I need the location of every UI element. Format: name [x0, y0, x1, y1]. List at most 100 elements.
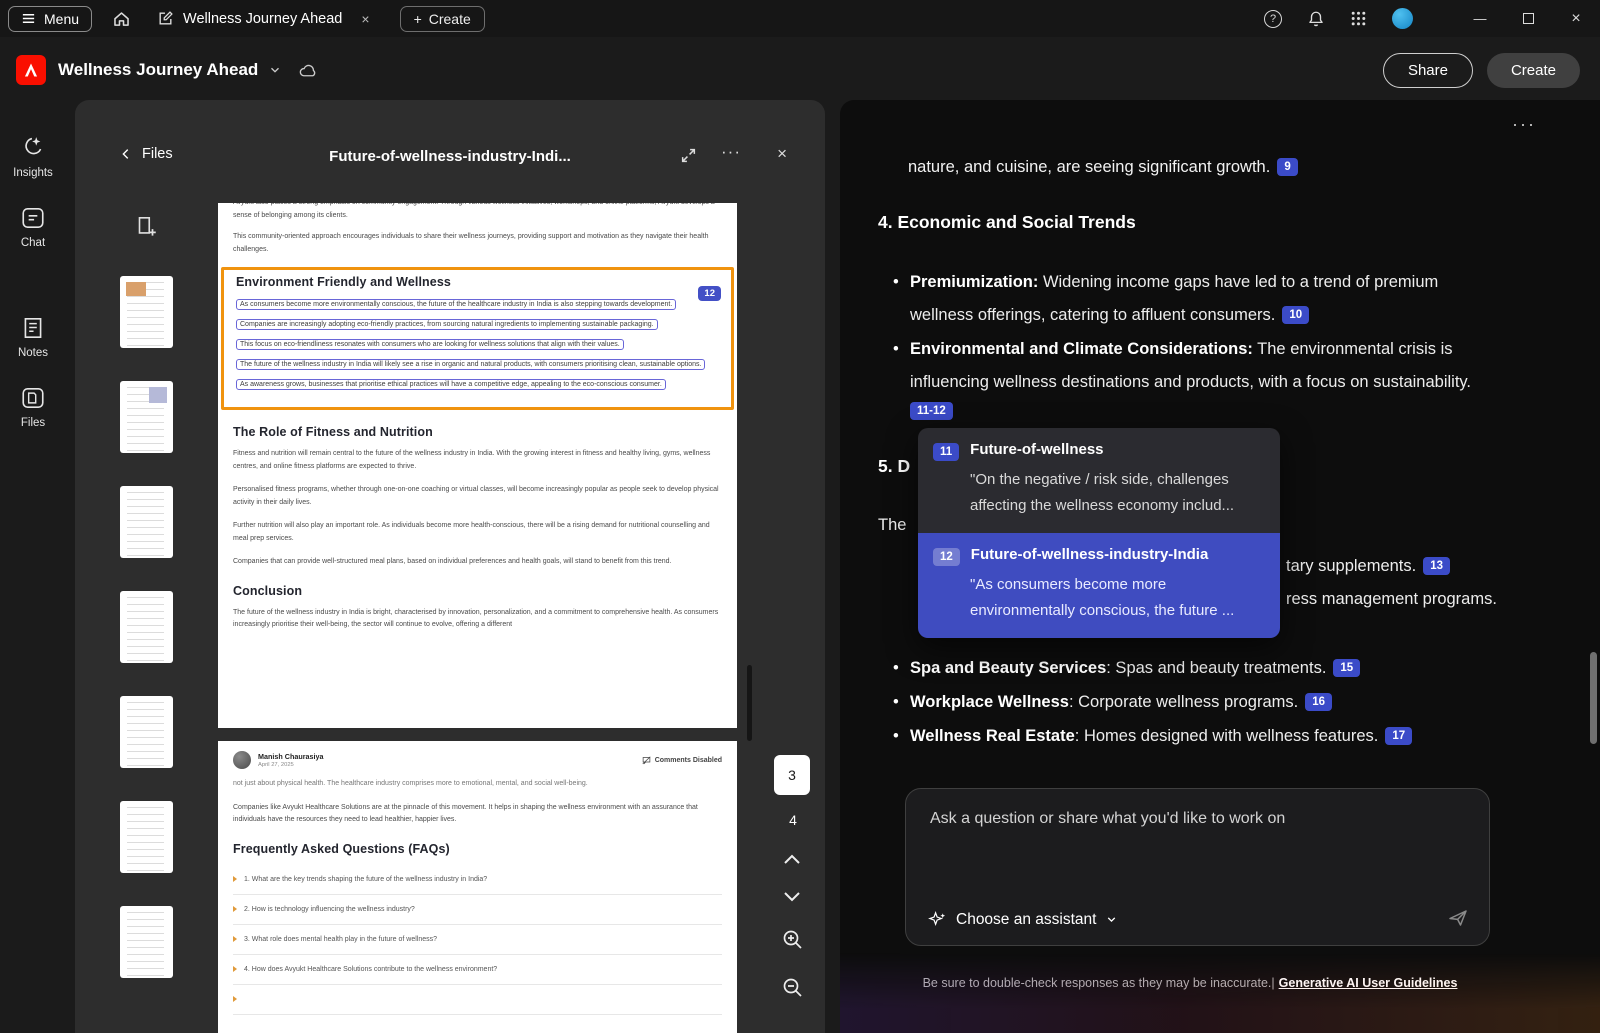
sidebar-item-chat[interactable]: Chat — [20, 205, 46, 249]
page-thumbnail[interactable] — [120, 276, 173, 348]
citation-chip[interactable]: 17 — [1385, 727, 1412, 745]
home-button[interactable] — [112, 9, 131, 28]
pdf-viewer-panel: Files Future-of-wellness-industry-Indi..… — [75, 100, 825, 1033]
zoom-out-button[interactable] — [781, 976, 805, 1000]
sidebar-item-notes[interactable]: Notes — [18, 315, 48, 359]
sidebar-item-insights[interactable]: Insights — [13, 135, 53, 179]
highlight-region[interactable]: 12 Environment Friendly and Wellness As … — [221, 267, 734, 410]
summary-bullet: Spa and Beauty Services: Spas and beauty… — [893, 652, 1533, 685]
doc-paragraph: Further nutrition will also play an impo… — [233, 520, 722, 545]
document-tab[interactable]: Wellness Journey Ahead × — [157, 10, 370, 27]
viewer-doc-title: Future-of-wellness-industry-Indi... — [329, 148, 571, 165]
pdf-page-4: Manish Chaurasiya April 27, 2025 Comment… — [218, 741, 737, 1033]
app-sidebar: Insights Chat Notes Files — [0, 103, 66, 1033]
doc-paragraph: Avyukt also places a strong emphasis on … — [233, 203, 722, 222]
new-tab-create-button[interactable]: + Create — [400, 6, 485, 32]
page-thumbnail[interactable] — [120, 696, 173, 768]
apps-grid-button[interactable] — [1350, 10, 1367, 27]
title-dropdown-button[interactable] — [268, 63, 282, 77]
viewer-close-button[interactable]: × — [777, 144, 787, 164]
doc-heading: Conclusion — [233, 584, 722, 598]
citation-badge[interactable]: 12 — [698, 286, 721, 301]
help-icon[interactable]: ? — [1264, 10, 1282, 28]
user-avatar[interactable] — [1392, 8, 1413, 29]
citation-chip[interactable]: 9 — [1277, 158, 1297, 176]
panel-scrollbar-thumb[interactable] — [1590, 652, 1597, 744]
maximize-button[interactable] — [1504, 0, 1552, 37]
citation-quote: "As consumers become more environmentall… — [970, 572, 1265, 624]
summary-bullet: Workplace Wellness: Corporate wellness p… — [893, 686, 1533, 719]
page-thumbnail[interactable] — [120, 486, 173, 558]
notifications-button[interactable] — [1307, 10, 1325, 28]
citation-card[interactable]: 11 Future-of-wellness "On the negative /… — [918, 428, 1280, 533]
bell-icon — [1307, 10, 1325, 28]
assistant-more-button[interactable]: ··· — [1512, 114, 1536, 135]
citation-chip[interactable]: 13 — [1423, 557, 1450, 575]
obscured-bullet-fragment: ress management programs. — [1286, 590, 1497, 609]
assistant-chooser[interactable]: Choose an assistant — [928, 910, 1118, 929]
viewer-more-button[interactable]: ··· — [721, 142, 741, 162]
chevron-down-icon — [1105, 913, 1118, 926]
author-row: Manish Chaurasiya April 27, 2025 Comment… — [233, 751, 722, 769]
summary-bullet-list: Premiumization: Widening income gaps hav… — [893, 266, 1493, 424]
guidelines-link[interactable]: Generative AI User Guidelines — [1279, 976, 1458, 990]
triangle-icon — [233, 906, 237, 912]
scroll-up-button[interactable] — [781, 852, 805, 866]
page-thumbnail[interactable] — [120, 591, 173, 663]
share-button[interactable]: Share — [1383, 53, 1473, 88]
citation-chip[interactable]: 15 — [1333, 659, 1360, 677]
doc-paragraph: Companies like Avyukt Healthcare Solutio… — [233, 802, 722, 827]
minimize-button[interactable]: — — [1456, 0, 1504, 37]
menu-label: Menu — [44, 11, 79, 27]
tab-close-icon[interactable]: × — [361, 11, 369, 27]
window-titlebar: Menu Wellness Journey Ahead × + Create ?… — [0, 0, 1600, 37]
prompt-input-card: Choose an assistant — [905, 788, 1490, 946]
thumbnail-image — [149, 387, 167, 403]
citation-chip[interactable]: 16 — [1305, 693, 1332, 711]
citation-chip: 11 — [933, 443, 959, 461]
annotated-sentence: This focus on eco-friendliness resonates… — [236, 338, 719, 352]
author-date: April 27, 2025 — [258, 762, 324, 768]
faq-item[interactable]: 3. What role does mental health play in … — [233, 925, 722, 955]
current-page-indicator[interactable]: 3 — [774, 755, 810, 795]
scroll-down-button[interactable] — [781, 890, 805, 904]
sidebar-item-files[interactable]: Files — [20, 385, 46, 429]
page-thumbnail[interactable] — [120, 381, 173, 453]
page-thumbnail[interactable] — [120, 801, 173, 873]
zoom-in-button[interactable] — [781, 928, 805, 952]
send-button[interactable] — [1447, 907, 1469, 929]
citation-card-selected[interactable]: 12 Future-of-wellness-industry-India "As… — [918, 533, 1280, 638]
faq-item[interactable]: 4. How does Avyukt Healthcare Solutions … — [233, 955, 722, 985]
annotated-sentence: The future of the wellness industry in I… — [236, 358, 719, 372]
sparkle-icon — [20, 135, 46, 161]
expand-button[interactable] — [680, 147, 697, 164]
chevron-up-icon — [781, 852, 803, 866]
faq-item[interactable]: 1. What are the key trends shaping the f… — [233, 865, 722, 895]
back-to-files-button[interactable]: Files — [119, 146, 173, 162]
citation-chip[interactable]: 10 — [1282, 306, 1309, 324]
window-close-button[interactable]: × — [1552, 0, 1600, 37]
triangle-icon — [233, 996, 237, 1002]
faq-item[interactable]: 2. How is technology influencing the wel… — [233, 895, 722, 925]
annotated-sentence: Companies are increasingly adopting eco-… — [236, 318, 719, 332]
cloud-status-icon — [298, 62, 319, 79]
menu-button[interactable]: Menu — [8, 6, 92, 32]
faq-item[interactable] — [233, 985, 722, 1015]
triangle-icon — [233, 876, 237, 882]
page-thumbnail[interactable] — [120, 906, 173, 978]
citation-chip[interactable]: 11-12 — [910, 402, 953, 420]
next-page-number: 4 — [774, 812, 812, 828]
obscured-bullet-fragment: tary supplements.13 — [1286, 557, 1450, 576]
files-icon — [20, 385, 46, 411]
notes-icon — [20, 315, 46, 341]
add-page-button[interactable] — [133, 214, 159, 240]
citation-source-title: Future-of-wellness — [970, 441, 1103, 458]
doc-heading: Environment Friendly and Wellness — [236, 275, 719, 289]
create-button[interactable]: Create — [1487, 53, 1580, 88]
doc-paragraph: Fitness and nutrition will remain centra… — [233, 448, 722, 473]
page-title: Wellness Journey Ahead — [58, 60, 258, 80]
hamburger-icon — [21, 11, 36, 26]
triangle-icon — [233, 936, 237, 942]
document-scrollbar-thumb[interactable] — [747, 665, 752, 741]
maximize-icon — [1523, 13, 1534, 24]
